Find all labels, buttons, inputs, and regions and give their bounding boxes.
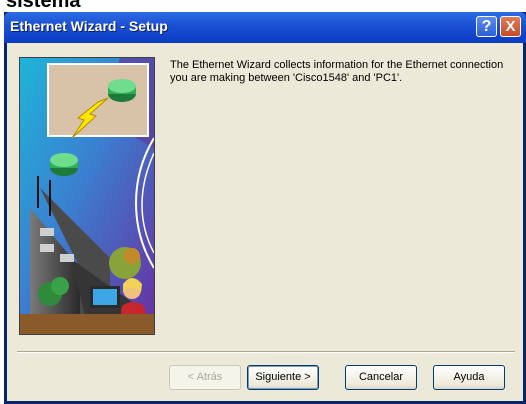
help-icon: ?: [481, 18, 492, 35]
network-wizard-illustration: [19, 57, 155, 335]
wizard-description: The Ethernet Wizard collects information…: [170, 59, 504, 84]
help-button[interactable]: Ayuda: [433, 365, 505, 390]
next-button[interactable]: Siguiente >: [247, 365, 319, 390]
title-bar[interactable]: Ethernet Wizard - Setup ? X: [4, 12, 526, 43]
wizard-window: Ethernet Wizard - Setup ? X The Ethernet…: [4, 12, 526, 404]
window-title: Ethernet Wizard - Setup: [10, 18, 168, 34]
close-button[interactable]: X: [500, 16, 521, 37]
dialog-client-area: The Ethernet Wizard collects information…: [7, 43, 523, 401]
close-icon: X: [505, 18, 516, 35]
button-separator: [17, 351, 515, 353]
router-icon: [108, 79, 136, 102]
cancel-button[interactable]: Cancelar: [345, 365, 417, 390]
router-icon: [50, 153, 78, 176]
back-button[interactable]: < Atrás: [169, 365, 241, 390]
help-title-button[interactable]: ?: [476, 16, 497, 37]
